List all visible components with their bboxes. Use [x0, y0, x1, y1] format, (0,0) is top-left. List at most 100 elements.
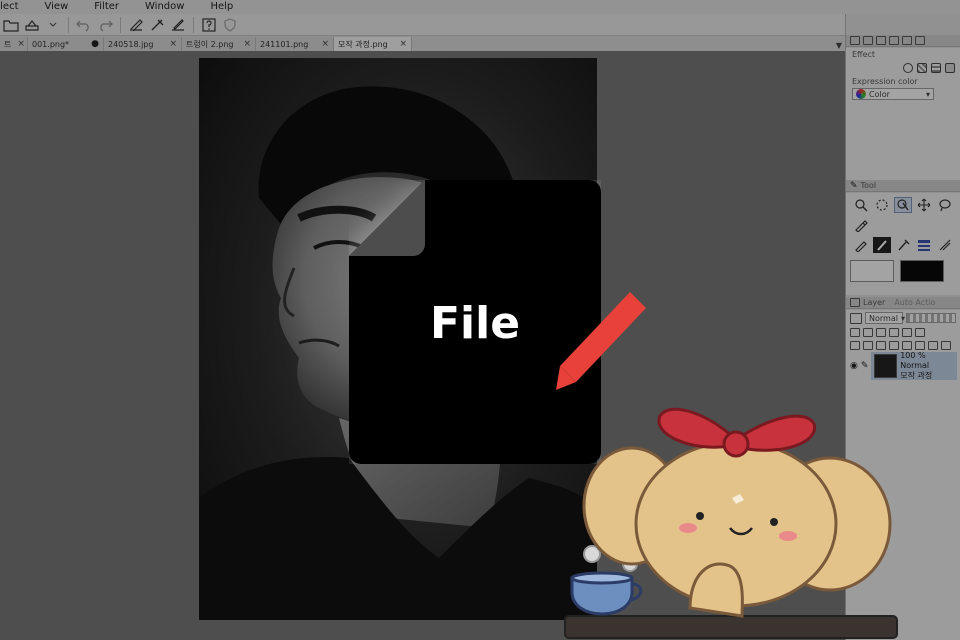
tab-label: 모작 과정.png	[338, 39, 388, 49]
merge-icon[interactable]	[915, 341, 925, 350]
pen-tool-icon[interactable]	[852, 237, 870, 253]
tab-document-3[interactable]: 240518.jpg ×	[104, 37, 182, 51]
layer-panel-header: Layer Auto Actio	[846, 297, 960, 309]
effect-panel: Effect Expression color Color ▾	[846, 48, 960, 180]
gradient-tool-icon[interactable]	[915, 237, 933, 253]
draft-icon[interactable]	[902, 328, 912, 337]
rotate-tool-icon[interactable]	[873, 197, 891, 213]
clip-icon[interactable]	[850, 328, 860, 337]
tab-document-active[interactable]: 모작 과정.png ×	[334, 37, 412, 51]
close-icon[interactable]: ×	[243, 39, 251, 49]
layer-color-icon[interactable]	[850, 312, 862, 324]
layer-thumbnail	[874, 354, 898, 378]
brush-tool-icon[interactable]	[873, 237, 891, 253]
tool-empty-slot	[915, 217, 933, 233]
delete-icon[interactable]	[928, 341, 938, 350]
lasso-tool-icon[interactable]	[936, 197, 954, 213]
folder-icon[interactable]	[889, 341, 899, 350]
image-icon[interactable]	[876, 36, 886, 45]
chevron-down-icon[interactable]: ▼	[833, 39, 845, 51]
menu-window[interactable]: Window	[132, 0, 197, 14]
panel-toggle-icon[interactable]	[850, 341, 860, 350]
operation-tool-icon[interactable]	[894, 197, 912, 213]
effect-title: Effect	[852, 50, 876, 59]
layer-property-icon[interactable]	[850, 36, 860, 45]
tab-label: 240518.jpg	[108, 39, 154, 49]
lock-icon[interactable]	[876, 328, 886, 337]
zoom-tool-icon[interactable]	[852, 197, 870, 213]
menu-bar: elect View Filter Window Help	[0, 0, 960, 14]
new-raster-icon[interactable]	[863, 341, 873, 350]
clear-layer-icon[interactable]	[127, 16, 145, 34]
pencil-icon	[556, 292, 646, 390]
main-color-swatch[interactable]	[900, 260, 944, 282]
effect-pattern-icon[interactable]	[931, 63, 941, 73]
effect-tone-icon[interactable]	[917, 63, 927, 73]
expression-color-label: Expression color	[852, 77, 918, 86]
effect-none-icon[interactable]	[903, 63, 913, 73]
scanner-icon[interactable]	[23, 16, 41, 34]
expression-color-row: Color ▾	[846, 88, 960, 100]
layer-toolbar-row-1	[846, 326, 960, 339]
help-icon[interactable]	[200, 16, 218, 34]
effect-extract-icon[interactable]	[945, 63, 955, 73]
eye-icon[interactable]: ◉	[850, 361, 858, 371]
move-tool-icon[interactable]	[915, 197, 933, 213]
redo-icon[interactable]	[96, 16, 114, 34]
mascot-sticker	[564, 407, 898, 639]
layer-name: 모작 과정	[900, 371, 933, 380]
close-icon[interactable]: ×	[17, 39, 25, 49]
layer-icon	[850, 298, 860, 307]
lock-alpha-icon[interactable]	[889, 328, 899, 337]
tool-empty-slot	[936, 217, 954, 233]
menu-select[interactable]: elect	[0, 0, 32, 14]
toolbar-divider	[120, 16, 121, 33]
layer-opacity-mode: 100 % Normal	[900, 351, 930, 370]
menu-filter[interactable]: Filter	[81, 0, 132, 14]
pen-settings-icon[interactable]	[169, 16, 187, 34]
tab-document-2[interactable]: 001.png* ●	[28, 37, 104, 51]
reference-icon[interactable]	[863, 328, 873, 337]
sub-color-swatch[interactable]	[850, 260, 894, 282]
close-icon[interactable]: ×	[399, 39, 407, 49]
auto-action-tab[interactable]: Auto Actio	[894, 298, 935, 307]
close-icon[interactable]: ×	[169, 39, 177, 49]
grid-icon[interactable]	[889, 36, 899, 45]
expression-color-dropdown[interactable]: Color ▾	[852, 88, 934, 100]
close-icon[interactable]: ×	[321, 39, 329, 49]
tool-grid	[846, 193, 960, 257]
menu-view[interactable]: View	[32, 0, 82, 14]
chevron-down-icon[interactable]	[44, 16, 62, 34]
mask-icon[interactable]	[941, 341, 951, 350]
tool-panel	[846, 193, 960, 295]
new-vector-icon[interactable]	[876, 341, 886, 350]
opacity-slider[interactable]	[906, 313, 956, 323]
pen-icon[interactable]: ✎	[861, 361, 869, 371]
tool-panel-title: Tool	[860, 181, 877, 190]
search-icon[interactable]	[915, 36, 925, 45]
tab-document-5[interactable]: 241101.png ×	[256, 37, 334, 51]
tab-label: 트렁이 2.png	[186, 39, 234, 49]
tool-panel-header: ✎ Tool	[846, 180, 960, 192]
tab-document-4[interactable]: 트렁이 2.png ×	[182, 37, 256, 51]
document-tab-bar: 트 × 001.png* ● 240518.jpg × 트렁이 2.png × …	[0, 36, 845, 51]
menu-help[interactable]: Help	[197, 0, 246, 14]
layer-panel-title[interactable]: Layer	[863, 298, 885, 307]
fill-icon[interactable]	[148, 16, 166, 34]
layer-row[interactable]: 100 % Normal 모작 과정	[871, 351, 957, 380]
unsaved-dot-icon: ●	[91, 39, 99, 49]
blend-mode-dropdown[interactable]: Normal ▾	[865, 312, 905, 324]
ruler-tool-icon[interactable]	[936, 237, 954, 253]
toolbar-divider	[193, 16, 194, 33]
palette-icon[interactable]	[915, 328, 925, 337]
undo-icon[interactable]	[75, 16, 93, 34]
layer-icon[interactable]	[863, 36, 873, 45]
layer-blend-row: Normal ▾	[846, 310, 960, 326]
eyedropper-tool-icon[interactable]	[852, 217, 870, 233]
transfer-icon[interactable]	[902, 341, 912, 350]
open-folder-icon[interactable]	[2, 16, 20, 34]
history-icon[interactable]	[902, 36, 912, 45]
shield-icon[interactable]	[221, 16, 239, 34]
tab-document-1[interactable]: 트 ×	[0, 37, 28, 51]
blend-tool-icon[interactable]	[894, 237, 912, 253]
